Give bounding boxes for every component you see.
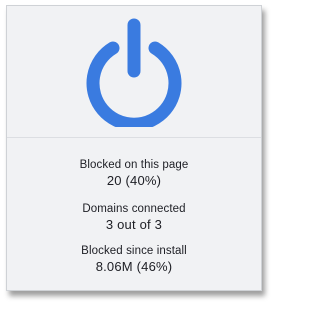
extension-popup: Blocked on this page 20 (40%) Domains co…	[6, 5, 262, 291]
stat-domains-connected: Domains connected 3 out of 3	[7, 202, 261, 233]
stat-value: 20 (40%)	[106, 173, 162, 188]
power-toggle-button[interactable]	[84, 17, 184, 131]
stat-label: Blocked since install	[81, 245, 187, 257]
stat-label: Domains connected	[82, 203, 186, 215]
power-section	[7, 6, 261, 138]
power-icon	[86, 18, 182, 131]
stat-blocked-page: Blocked on this page 20 (40%)	[7, 158, 261, 189]
stat-label: Blocked on this page	[79, 159, 189, 171]
stat-value: 8.06M (46%)	[95, 259, 173, 274]
stat-blocked-since-install: Blocked since install 8.06M (46%)	[7, 244, 261, 275]
stat-value: 3 out of 3	[105, 217, 163, 232]
